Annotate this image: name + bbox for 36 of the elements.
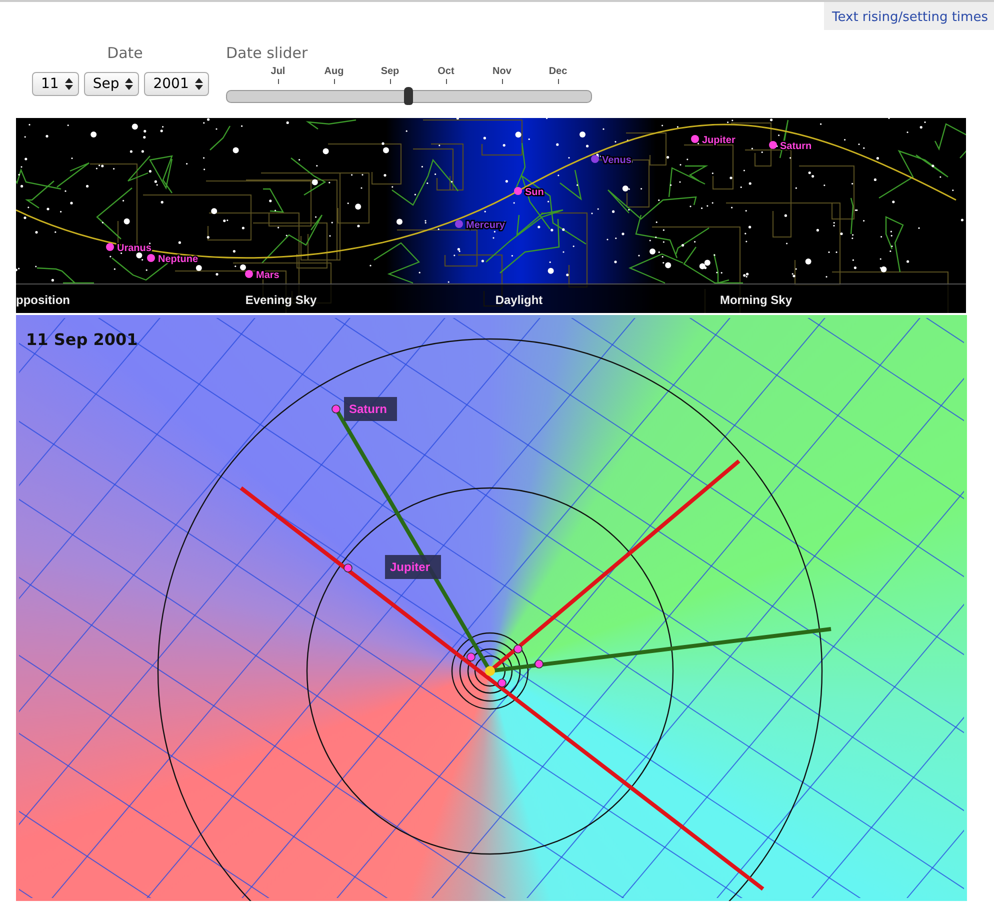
sky-region-label: Evening Sky [245,293,317,307]
month-select[interactable]: Sep [84,72,140,96]
planet-label: Jupiter [702,135,736,146]
slider-thumb[interactable] [404,87,413,105]
month-tick-label: Sep [380,66,400,77]
planet-label: Sun [525,187,544,198]
stepper-arrows-icon [194,78,203,90]
date-label: Date [106,44,144,62]
planet-label: Mercury [466,220,505,231]
planet-dot [498,678,506,688]
year-select[interactable]: 2001 [144,72,209,96]
month-tick-label: Jul [270,66,286,77]
stepper-arrows-icon [125,78,134,90]
month-tick-label: Aug [324,66,344,77]
planet-label: Mars [256,270,280,281]
planet-dot [332,404,340,414]
view-date: 11 Sep 2001 [26,330,138,349]
sky-region-label: Daylight [495,293,543,307]
planet-tag: Saturn [344,397,397,421]
slider-track[interactable] [226,90,592,103]
planet-label: Neptune [158,254,198,265]
sky-region-label: Morning Sky [720,293,792,307]
planet-dot [344,564,352,572]
month-tick-label: Oct [438,66,454,77]
planet-dot [466,652,476,662]
month-tick-label: Nov [492,66,512,77]
day-select[interactable]: 11 [32,72,79,96]
month-tick-label: Dec [548,66,568,77]
stepper-arrows-icon [64,78,73,90]
date-slider-label: Date slider [226,44,309,62]
sun-dot [485,666,495,676]
rising-setting-times-link[interactable]: Text rising/setting times [832,10,988,25]
planet-dot [514,644,522,654]
planet-tag: Jupiter [385,555,441,579]
planet-dot [534,660,544,668]
sky-region-label: pposition [16,293,70,307]
